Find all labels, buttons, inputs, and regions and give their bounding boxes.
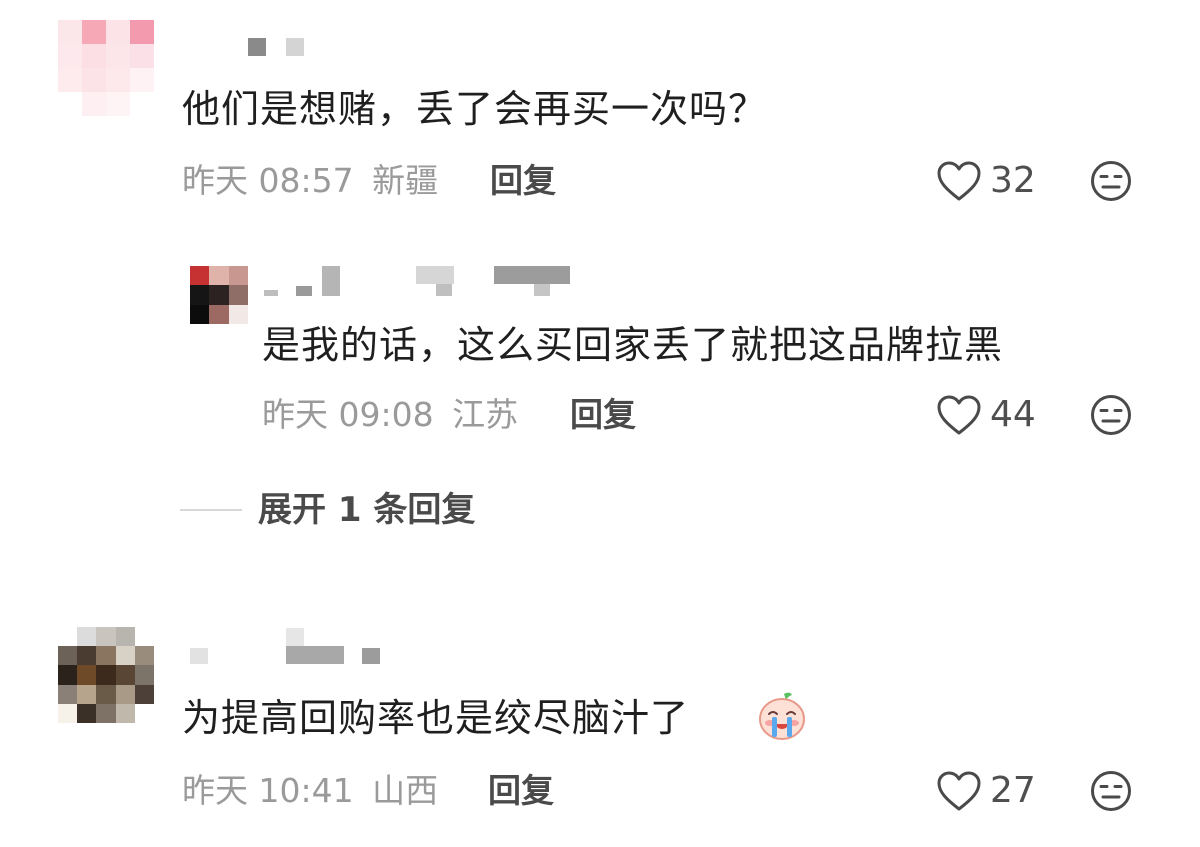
like-button[interactable]: 27 <box>936 770 1036 812</box>
comment-location: 江苏 <box>452 395 519 434</box>
comment-text: 是我的话，这么买回家丢了就把这品牌拉黑 <box>262 323 1004 367</box>
like-button[interactable]: 32 <box>936 160 1036 202</box>
like-count: 32 <box>990 160 1036 201</box>
comment-meta: 昨天 09:08 江苏 <box>262 395 518 435</box>
avatar[interactable] <box>58 627 154 723</box>
expand-divider <box>180 509 242 511</box>
comment-text: 为提高回购率也是绞尽脑汁了 <box>182 695 689 741</box>
meh-face-icon[interactable] <box>1090 394 1132 436</box>
meh-face-icon[interactable] <box>1090 160 1132 202</box>
username-pixelated[interactable] <box>186 628 386 666</box>
comment-location: 山西 <box>372 771 439 810</box>
like-button[interactable]: 44 <box>936 394 1036 436</box>
comment-time: 昨天 09:08 <box>262 395 434 434</box>
like-count: 44 <box>990 394 1036 435</box>
heart-outline-icon <box>937 771 981 811</box>
username-pixelated[interactable] <box>240 36 320 58</box>
reply-button[interactable]: 回复 <box>570 395 636 435</box>
avatar[interactable] <box>58 20 154 116</box>
heart-outline-icon <box>937 161 981 201</box>
comment-location: 新疆 <box>372 161 439 200</box>
heart-outline-icon <box>937 395 981 435</box>
reply-button[interactable]: 回复 <box>488 771 554 811</box>
comment-text: 他们是想赌，丢了会再买一次吗？ <box>182 87 768 131</box>
username-pixelated[interactable] <box>258 264 578 300</box>
comment-time: 昨天 10:41 <box>182 771 354 810</box>
expand-replies-button[interactable]: 展开 1 条回复 <box>180 490 475 530</box>
like-count: 27 <box>990 770 1036 811</box>
comment-meta: 昨天 10:41 山西 <box>182 771 438 811</box>
expand-replies-label: 展开 1 条回复 <box>258 490 476 530</box>
comment-time: 昨天 08:57 <box>182 161 354 200</box>
avatar[interactable] <box>190 266 248 324</box>
comment-meta: 昨天 08:57 新疆 <box>182 161 438 201</box>
crying-baby-sticker <box>759 692 805 740</box>
meh-face-icon[interactable] <box>1090 770 1132 812</box>
reply-button[interactable]: 回复 <box>490 161 556 201</box>
comment-text-content: 为提高回购率也是绞尽脑汁了 <box>182 696 690 740</box>
